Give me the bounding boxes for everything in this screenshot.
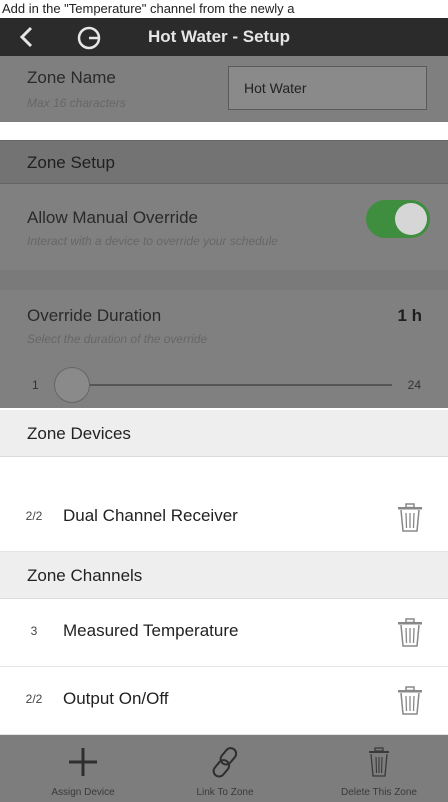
delete-zone-button[interactable]: Delete This Zone [309, 735, 448, 802]
zone-name-row: Zone Name Max 16 characters Hot Water [0, 56, 448, 122]
zone-name-input[interactable]: Hot Water [228, 66, 427, 110]
duration-slider-track[interactable] [60, 384, 392, 386]
override-duration-hint: Select the duration of the override [27, 332, 208, 346]
back-arrow-icon[interactable] [16, 26, 38, 48]
app-logo-icon [77, 26, 101, 50]
zone-channels-title: Zone Channels [27, 566, 143, 585]
manual-override-label: Allow Manual Override [27, 208, 199, 227]
device-name: Dual Channel Receiver [63, 506, 238, 525]
manual-override-hint: Interact with a device to override your … [27, 234, 278, 248]
override-duration-row: Override Duration 1 h Select the duratio… [0, 290, 448, 408]
assign-device-button[interactable]: Assign Device [13, 735, 153, 802]
override-duration-label: Override Duration [27, 306, 162, 325]
instruction-text: Add in the "Temperature" channel from th… [0, 0, 448, 18]
zone-devices-title: Zone Devices [27, 424, 131, 443]
trash-icon[interactable] [397, 686, 423, 716]
device-list-item[interactable]: 2/2 Dual Channel Receiver [0, 484, 448, 552]
assign-device-label: Assign Device [51, 787, 115, 798]
trash-icon [369, 747, 389, 777]
channel-list-item[interactable]: 2/2 Output On/Off [0, 667, 448, 735]
duration-slider-thumb[interactable] [54, 367, 90, 403]
zone-name-label: Zone Name [27, 68, 116, 87]
zone-setup-header: Zone Setup [0, 140, 448, 184]
toggle-knob [395, 203, 427, 235]
device-count-badge: 2/2 [25, 509, 43, 523]
slider-max-label: 24 [407, 378, 421, 392]
zone-setup-title: Zone Setup [27, 153, 115, 172]
section-gap [0, 270, 448, 290]
channel-list-item[interactable]: 3 Measured Temperature [0, 599, 448, 667]
link-to-zone-button[interactable]: Link To Zone [155, 735, 295, 802]
trash-icon[interactable] [397, 618, 423, 648]
bottom-action-bar: Assign Device Link To Zone Delete This Z… [0, 735, 448, 802]
zone-name-hint: Max 16 characters [27, 96, 126, 110]
chain-link-icon [212, 747, 238, 778]
override-duration-value: 1 h [397, 306, 422, 325]
zone-channels-header: Zone Channels [0, 552, 448, 599]
channel-name: Output On/Off [63, 689, 169, 708]
trash-icon[interactable] [397, 503, 423, 533]
channel-count-badge: 3 [30, 624, 38, 638]
link-to-zone-label: Link To Zone [196, 787, 254, 798]
delete-zone-label: Delete This Zone [341, 787, 417, 798]
page-title: Hot Water - Setup [148, 27, 290, 46]
channel-count-badge: 2/2 [25, 692, 43, 706]
slider-min-label: 1 [32, 378, 39, 392]
plus-icon [69, 748, 97, 776]
channel-name: Measured Temperature [63, 621, 239, 640]
manual-override-row: Allow Manual Override Interact with a de… [0, 184, 448, 270]
zone-devices-header: Zone Devices [0, 410, 448, 457]
app-bar: Hot Water - Setup [0, 18, 448, 56]
manual-override-toggle[interactable] [366, 200, 430, 238]
